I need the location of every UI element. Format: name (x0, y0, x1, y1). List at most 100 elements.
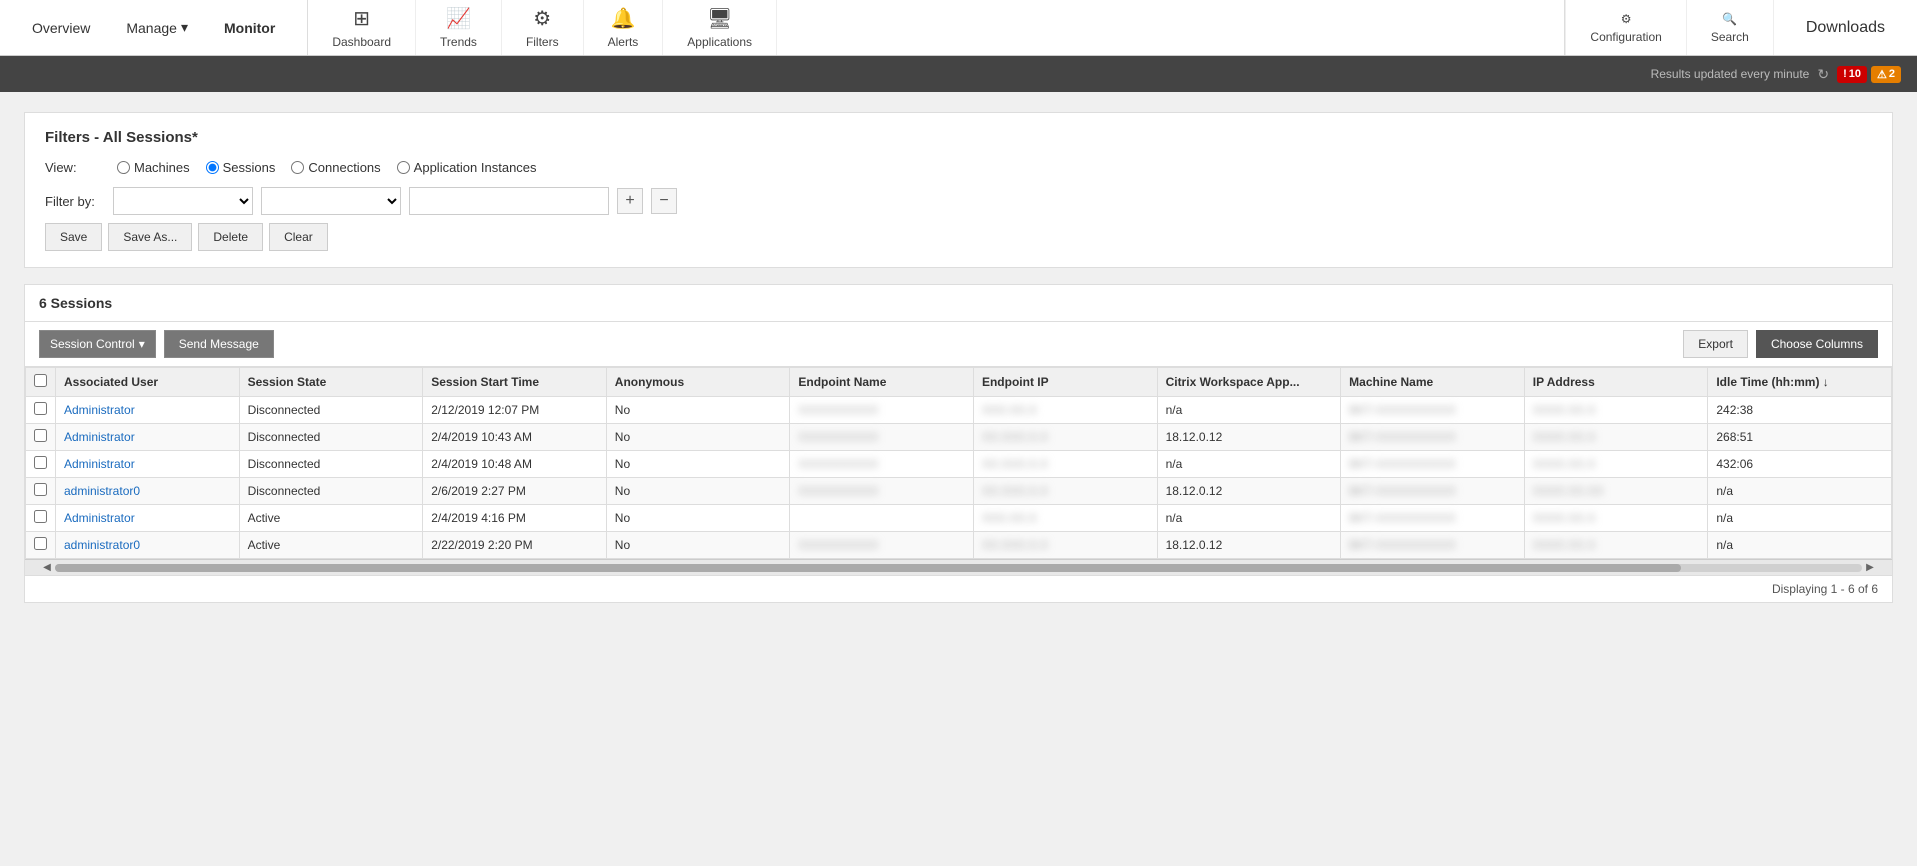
nav-alerts[interactable]: 🔔 Alerts (584, 0, 664, 55)
radio-application-instances[interactable]: Application Instances (397, 160, 537, 175)
row-state: Active (239, 532, 423, 559)
sessions-left-header: 6 Sessions (39, 295, 112, 311)
row-ip-address: XXXX.XX.XX (1524, 478, 1708, 505)
table-row[interactable]: administrator0 Active 2/22/2019 2:20 PM … (26, 532, 1892, 559)
select-all-checkbox[interactable] (34, 374, 47, 387)
user-link[interactable]: Administrator (64, 457, 135, 471)
row-endpoint-ip: XX.XXX.X.X (973, 451, 1157, 478)
row-citrix-workspace: n/a (1157, 451, 1341, 478)
row-endpoint-name: XXXXXXXXXX (790, 532, 974, 559)
sessions-section: 6 Sessions Session Control ▾ Send Messag… (24, 284, 1893, 603)
radio-machines[interactable]: Machines (117, 160, 190, 175)
col-associated-user: Associated User (56, 368, 240, 397)
row-start-time: 2/12/2019 12:07 PM (423, 397, 607, 424)
filters-icon: ⚙ (533, 6, 551, 31)
col-session-start-time: Session Start Time (423, 368, 607, 397)
table-row[interactable]: administrator0 Disconnected 2/6/2019 2:2… (26, 478, 1892, 505)
refresh-icon[interactable]: ↻ (1817, 66, 1829, 83)
row-user[interactable]: Administrator (56, 397, 240, 424)
row-endpoint-name (790, 505, 974, 532)
row-user[interactable]: administrator0 (56, 478, 240, 505)
user-link[interactable]: Administrator (64, 403, 135, 417)
send-message-button[interactable]: Send Message (164, 330, 274, 358)
filters-section: Filters - All Sessions* View: Machines S… (24, 112, 1893, 268)
row-checkbox[interactable] (34, 537, 47, 550)
row-checkbox[interactable] (34, 510, 47, 523)
row-start-time: 2/4/2019 10:43 AM (423, 424, 607, 451)
alert-badge-1[interactable]: ! 10 (1837, 66, 1867, 83)
row-ip-address: XXXX.XX.X (1524, 532, 1708, 559)
row-machine-name: BKT-XXXXXXXXXX (1341, 451, 1525, 478)
radio-connections[interactable]: Connections (291, 160, 380, 175)
row-checkbox-cell[interactable] (26, 478, 56, 505)
choose-columns-button[interactable]: Choose Columns (1756, 330, 1878, 358)
row-anonymous: No (606, 424, 790, 451)
clear-button[interactable]: Clear (269, 223, 328, 251)
col-endpoint-name: Endpoint Name (790, 368, 974, 397)
scroll-left-arrow[interactable]: ◀ (39, 560, 55, 576)
row-citrix-workspace: 18.12.0.12 (1157, 532, 1341, 559)
add-filter-button[interactable]: + (617, 188, 643, 214)
row-endpoint-name: XXXXXXXXXX (790, 424, 974, 451)
row-idle-time: 242:38 (1708, 397, 1892, 424)
remove-filter-button[interactable]: − (651, 188, 677, 214)
row-endpoint-ip: XX.XXX.X.X (973, 532, 1157, 559)
row-checkbox-cell[interactable] (26, 532, 56, 559)
user-link[interactable]: Administrator (64, 511, 135, 525)
user-link[interactable]: administrator0 (64, 484, 140, 498)
filter-select-2[interactable] (261, 187, 401, 215)
status-text: Results updated every minute (1651, 67, 1810, 81)
nav-downloads[interactable]: Downloads (1773, 0, 1917, 55)
delete-button[interactable]: Delete (198, 223, 263, 251)
row-checkbox[interactable] (34, 456, 47, 469)
nav-monitor[interactable]: Monitor (208, 0, 291, 55)
row-ip-address: XXXX.XX.X (1524, 424, 1708, 451)
scroll-right-arrow[interactable]: ▶ (1862, 560, 1878, 576)
save-as-button[interactable]: Save As... (108, 223, 192, 251)
search-icon: 🔍 (1722, 12, 1737, 26)
row-checkbox-cell[interactable] (26, 451, 56, 478)
nav-overview[interactable]: Overview (16, 0, 106, 55)
row-user[interactable]: administrator0 (56, 532, 240, 559)
table-row[interactable]: Administrator Disconnected 2/4/2019 10:4… (26, 424, 1892, 451)
table-row[interactable]: Administrator Active 2/4/2019 4:16 PM No… (26, 505, 1892, 532)
row-checkbox[interactable] (34, 483, 47, 496)
nav-filters[interactable]: ⚙ Filters (502, 0, 584, 55)
nav-dashboard[interactable]: ⊞ Dashboard (308, 0, 416, 55)
row-anonymous: No (606, 532, 790, 559)
sessions-header: 6 Sessions (25, 285, 1892, 322)
nav-trends[interactable]: 📈 Trends (416, 0, 502, 55)
filter-by-row: Filter by: + − (45, 187, 1872, 215)
nav-manage[interactable]: Manage ▾ (110, 0, 204, 55)
row-start-time: 2/4/2019 10:48 AM (423, 451, 607, 478)
row-checkbox-cell[interactable] (26, 424, 56, 451)
filters-title: Filters - All Sessions* (45, 129, 1872, 146)
row-checkbox[interactable] (34, 402, 47, 415)
row-user[interactable]: Administrator (56, 505, 240, 532)
row-checkbox-cell[interactable] (26, 505, 56, 532)
table-row[interactable]: Administrator Disconnected 2/4/2019 10:4… (26, 451, 1892, 478)
filter-value-input[interactable] (409, 187, 609, 215)
col-machine-name: Machine Name (1341, 368, 1525, 397)
view-radio-group: Machines Sessions Connections Applicatio… (117, 160, 537, 175)
table-row[interactable]: Administrator Disconnected 2/12/2019 12:… (26, 397, 1892, 424)
nav-configuration[interactable]: ⚙ Configuration (1565, 0, 1685, 55)
row-checkbox-cell[interactable] (26, 397, 56, 424)
row-user[interactable]: Administrator (56, 424, 240, 451)
row-checkbox[interactable] (34, 429, 47, 442)
scrollbar-track[interactable] (55, 564, 1862, 572)
nav-search[interactable]: 🔍 Search (1686, 0, 1773, 55)
radio-sessions[interactable]: Sessions (206, 160, 276, 175)
session-control-button[interactable]: Session Control ▾ (39, 330, 156, 358)
filter-select-1[interactable] (113, 187, 253, 215)
save-button[interactable]: Save (45, 223, 102, 251)
row-machine-name: BKT-XXXXXXXXXX (1341, 505, 1525, 532)
user-link[interactable]: administrator0 (64, 538, 140, 552)
alert-badge-2[interactable]: ⚠ 2 (1871, 66, 1901, 83)
row-user[interactable]: Administrator (56, 451, 240, 478)
nav-applications[interactable]: 🖥 Applications (663, 0, 777, 55)
applications-icon: 🖥 (707, 6, 732, 31)
export-button[interactable]: Export (1683, 330, 1748, 358)
row-idle-time: 432:06 (1708, 451, 1892, 478)
user-link[interactable]: Administrator (64, 430, 135, 444)
